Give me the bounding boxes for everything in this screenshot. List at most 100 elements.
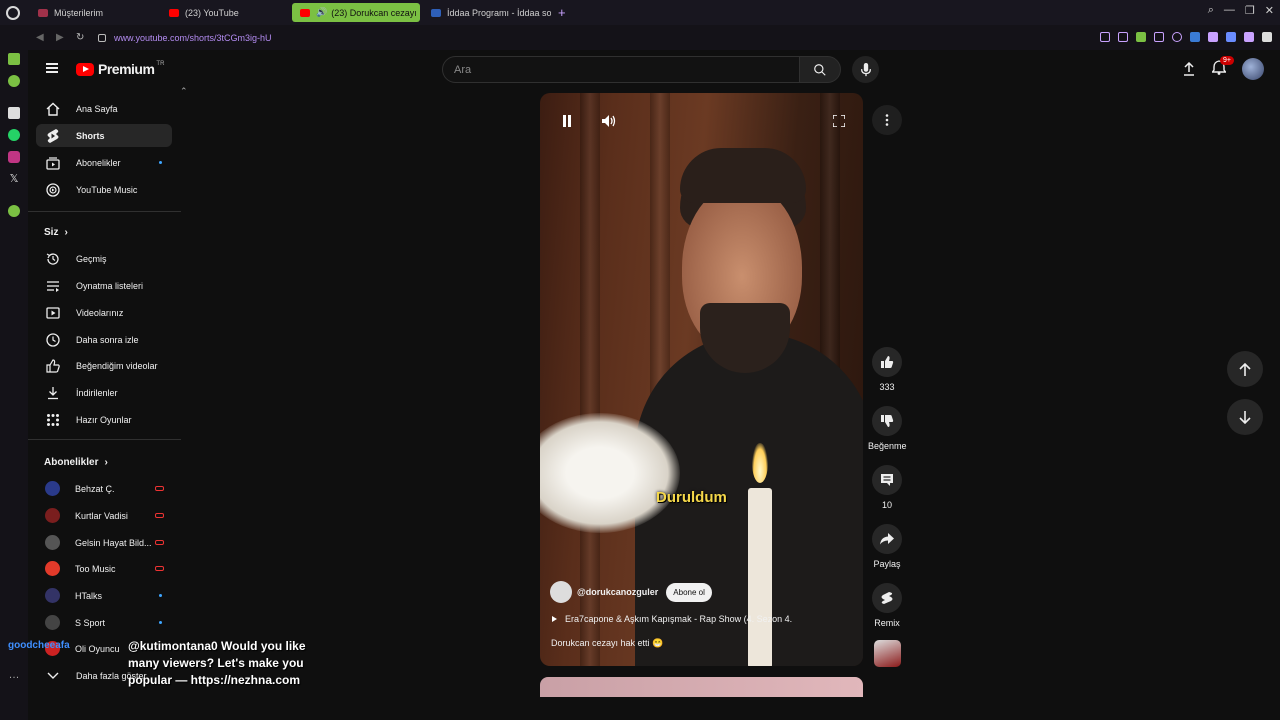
scroll-up-icon[interactable]: ⌃ [180, 86, 188, 97]
sidebar-item-playlists[interactable]: Oynatma listeleri [36, 274, 172, 297]
thumb-up-icon [881, 356, 894, 368]
sidebar-item-your-videos[interactable]: Videolarınız [36, 301, 172, 324]
sidebar-channel[interactable]: Too Music [36, 557, 172, 580]
sidebar-item-watch-later[interactable]: Daha sonra izle [36, 328, 172, 351]
aria-icon[interactable] [8, 53, 20, 65]
header-actions: 9+ [1182, 56, 1264, 80]
sidebar-item-playables[interactable]: Hazır Oyunlar [36, 408, 172, 431]
sidebar-item-label: Abonelikler [76, 157, 121, 168]
history-icon [45, 251, 61, 267]
extension-4-icon[interactable] [1244, 32, 1254, 42]
sidebar-item-liked-videos[interactable]: Beğendiğim videolar [36, 354, 172, 377]
instagram-icon[interactable] [8, 151, 20, 163]
crypto-wallet-icon[interactable] [8, 75, 20, 87]
subscribe-button[interactable]: Abone ol [666, 582, 712, 602]
youtube-favicon-icon [169, 8, 179, 17]
section-you-title[interactable]: Siz › [44, 227, 68, 238]
sidebar-channel[interactable]: HTalks [36, 584, 172, 607]
share-action[interactable]: Paylaş [868, 524, 906, 569]
restore-icon[interactable]: ❐ [1245, 4, 1255, 17]
close-icon[interactable]: ✕ [1265, 4, 1274, 17]
back-icon[interactable]: ◀ [36, 32, 48, 43]
sidebar-item-history[interactable]: Geçmiş [36, 247, 172, 270]
extension-5-icon[interactable] [1262, 32, 1272, 42]
youtube-favicon-icon [300, 8, 310, 17]
ai-icon[interactable] [8, 107, 20, 119]
sidebar-item-subscriptions[interactable]: Abonelikler [36, 151, 172, 174]
pause-icon [563, 115, 571, 127]
sidebar-item-home[interactable]: Ana Sayfa [36, 97, 172, 120]
more-options-button[interactable] [872, 105, 902, 135]
adblock-icon[interactable] [1136, 32, 1146, 42]
sidebar-item-youtube-music[interactable]: YouTube Music [36, 178, 172, 201]
channel-name[interactable]: @dorukcanozguler [577, 587, 658, 597]
download-icon [45, 385, 61, 401]
sidebar-item-label: İndirilenler [76, 387, 118, 398]
new-tab-icon[interactable]: + [558, 5, 566, 20]
section-subscriptions-title[interactable]: Abonelikler › [44, 457, 108, 468]
channel-avatar [45, 615, 60, 630]
sidebar-item-shorts[interactable]: Shorts [36, 124, 172, 147]
upload-icon[interactable] [1182, 62, 1196, 76]
sound-thumbnail[interactable] [874, 640, 901, 667]
tab-musterilerim[interactable]: Müşterilerim [30, 3, 158, 22]
player-icon[interactable] [1154, 32, 1164, 42]
dislike-action[interactable]: Beğenme [868, 406, 907, 451]
voice-search-button[interactable] [852, 56, 879, 83]
games-icon [45, 412, 61, 428]
like-button[interactable] [872, 347, 902, 377]
search-tabs-icon[interactable]: ⌕ [1208, 4, 1214, 17]
sidebar-channel[interactable]: Gelsin Hayat Bild... [36, 531, 172, 554]
reload-icon[interactable]: ↻ [76, 32, 88, 43]
music-row[interactable]: Era7capone & Aşkım Kapışmak - Rap Show (… [552, 614, 852, 624]
browser-tab-bar: Müşterilerim (23) YouTube 🔊 (23) Dorukca… [0, 0, 1280, 25]
avatar[interactable] [1242, 58, 1264, 80]
tab-youtube[interactable]: (23) YouTube [161, 3, 289, 22]
share-button[interactable] [872, 524, 902, 554]
arrow-down-icon [1239, 410, 1251, 424]
x-twitter-icon[interactable]: 𝕏 [8, 173, 20, 185]
bookmark-icon[interactable] [1100, 32, 1110, 42]
opera-logo-icon[interactable] [6, 5, 20, 20]
remix-action[interactable]: Remix [868, 583, 906, 628]
dislike-button[interactable] [872, 406, 902, 436]
menu-icon[interactable] [46, 63, 58, 73]
tab-iddaa[interactable]: İddaa Programı - İddaa so [423, 3, 551, 22]
shorts-video-player[interactable]: Duruldum @dorukcanozguler Abone ol Era7c… [540, 93, 863, 666]
video-description[interactable]: Dorukcan cezayı hak etti 😁 [551, 638, 663, 649]
sidebar-item-downloads[interactable]: İndirilenler [36, 381, 172, 404]
pause-button[interactable] [559, 113, 575, 129]
spotify-icon[interactable] [8, 205, 20, 217]
tab-active-short[interactable]: 🔊 (23) Dorukcan cezayı [292, 3, 420, 22]
sidebar-channel[interactable]: Behzat Ç. [36, 477, 172, 500]
search-button[interactable] [799, 56, 841, 83]
next-short-preview[interactable] [540, 677, 863, 697]
notifications-button[interactable]: 9+ [1211, 56, 1234, 78]
heart-icon[interactable] [1172, 32, 1182, 42]
extension-2-icon[interactable] [1208, 32, 1218, 42]
sidebar-channel[interactable]: S Sport [36, 611, 172, 634]
more-icon[interactable]: … [8, 669, 20, 681]
youtube-premium-logo[interactable]: Premium TR [76, 61, 164, 77]
minimize-icon[interactable]: — [1224, 4, 1235, 17]
sidebar-channel[interactable]: Kurtlar Vadisi [36, 504, 172, 527]
previous-short-button[interactable] [1227, 351, 1263, 387]
like-action[interactable]: 333 [868, 347, 906, 392]
next-short-button[interactable] [1227, 399, 1263, 435]
snapshot-icon[interactable] [1118, 32, 1128, 42]
search-input[interactable]: Ara [442, 56, 800, 83]
comments-action[interactable]: 10 [868, 465, 906, 510]
comments-button[interactable] [872, 465, 902, 495]
remix-button[interactable] [872, 583, 902, 613]
fullscreen-button[interactable] [831, 113, 847, 129]
volume-button[interactable] [601, 113, 617, 129]
section-title-text: Abonelikler [44, 457, 99, 468]
sidebar-item-label: Geçmiş [76, 253, 107, 264]
channel-avatar[interactable] [550, 581, 572, 603]
tab-label: (23) YouTube [185, 7, 239, 18]
extension-1-icon[interactable] [1190, 32, 1200, 42]
forward-icon[interactable]: ▶ [56, 32, 68, 43]
url-text[interactable]: www.youtube.com/shorts/3tCGm3ig-hU [114, 33, 272, 43]
whatsapp-icon[interactable] [8, 129, 20, 141]
extension-3-icon[interactable] [1226, 32, 1236, 42]
